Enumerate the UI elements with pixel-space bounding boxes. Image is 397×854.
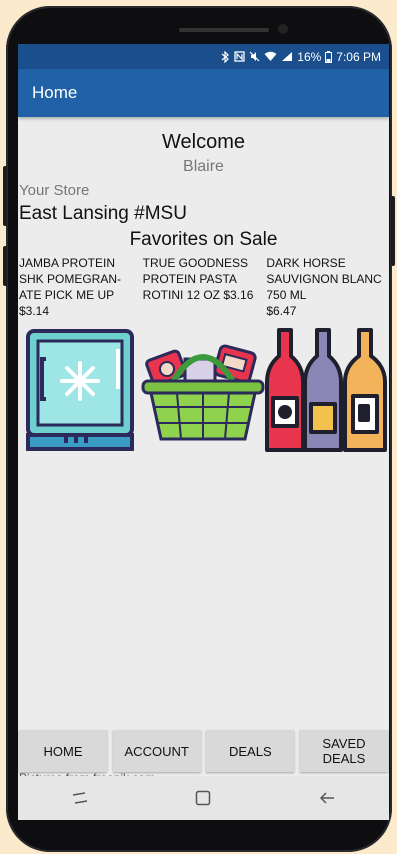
store-name[interactable]: East Lansing #MSU <box>18 203 389 225</box>
product-item-dark-horse[interactable]: DARK HORSE SAUVIGNON BLANC 750 ML $6.47 <box>265 255 389 319</box>
bixby-button <box>3 246 7 286</box>
bluetooth-icon <box>221 50 230 63</box>
volume-button <box>3 166 7 226</box>
screen: 16% 7:06 PM Home Welcome Blaire Your Sto… <box>18 44 389 820</box>
recent-apps-icon[interactable] <box>65 786 95 810</box>
speaker-grille <box>179 28 269 32</box>
home-tab-button[interactable]: HOME <box>19 730 107 772</box>
home-nav-icon[interactable] <box>188 786 218 810</box>
wine-bottles-icon[interactable] <box>265 323 389 457</box>
product-name: DARK HORSE SAUVIGNON BLANC 750 ML <box>266 256 382 302</box>
back-icon[interactable] <box>312 786 342 810</box>
mute-icon <box>249 51 260 62</box>
store-label: Your Store <box>19 182 90 199</box>
wifi-icon <box>264 51 277 61</box>
status-bar: 16% 7:06 PM <box>18 44 389 69</box>
bottom-tabs: HOME ACCOUNT DEALS SAVED DEALS <box>18 730 389 774</box>
battery-percent: 16% <box>297 49 322 64</box>
signal-icon <box>282 52 293 61</box>
home-content: Welcome Blaire Your Store East Lansing #… <box>18 131 389 785</box>
welcome-heading: Welcome <box>162 131 245 153</box>
battery-icon <box>325 50 333 63</box>
app-bar-title: Home <box>32 83 78 102</box>
nfc-icon <box>234 51 245 62</box>
product-price: $3.16 <box>223 288 254 302</box>
saved-deals-tab-button[interactable]: SAVED DEALS <box>299 730 388 772</box>
user-name: Blaire <box>183 158 224 175</box>
power-button <box>391 196 395 266</box>
deals-tab-button[interactable]: DEALS <box>206 730 295 772</box>
favorites-title: Favorites on Sale <box>129 229 278 250</box>
account-tab-button[interactable]: ACCOUNT <box>112 730 201 772</box>
android-nav-bar <box>18 776 389 820</box>
favorites-list: JAMBA PROTEIN SHK POMEGRAN-ATE PICK ME U… <box>18 255 389 319</box>
product-price: $6.47 <box>266 304 297 318</box>
freezer-icon[interactable] <box>18 323 141 457</box>
front-camera <box>278 24 288 34</box>
product-price: $3.14 <box>19 304 50 318</box>
product-name: JAMBA PROTEIN SHK POMEGRAN-ATE PICK ME U… <box>19 256 122 302</box>
status-time: 7:06 PM <box>336 49 381 64</box>
app-bar: Home <box>18 69 389 117</box>
grocery-basket-icon[interactable] <box>141 323 265 457</box>
product-images <box>18 323 389 457</box>
product-item-true-goodness[interactable]: TRUE GOODNESS PROTEIN PASTA ROTINI 12 OZ… <box>142 255 266 319</box>
product-item-jamba[interactable]: JAMBA PROTEIN SHK POMEGRAN-ATE PICK ME U… <box>18 255 142 319</box>
